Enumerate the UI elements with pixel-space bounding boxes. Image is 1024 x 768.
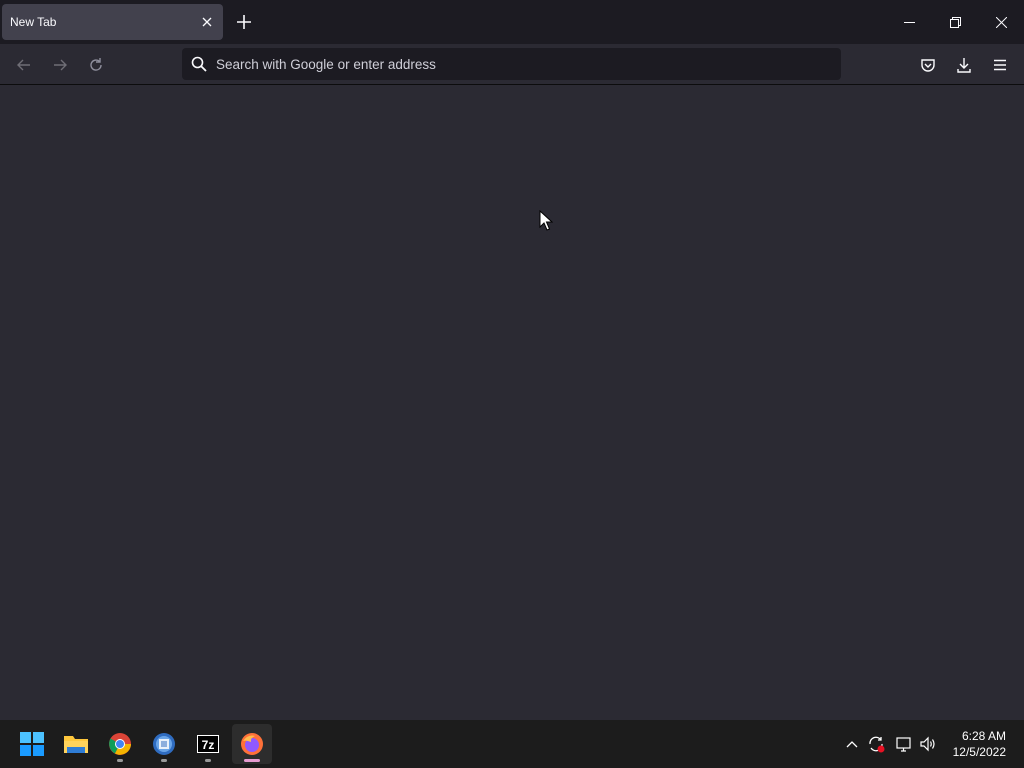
tab-title: New Tab <box>10 15 57 29</box>
forward-button[interactable] <box>46 52 74 78</box>
running-indicator <box>205 759 211 762</box>
show-hidden-icons-chevron-icon[interactable] <box>840 732 864 756</box>
address-input[interactable] <box>216 56 816 72</box>
page-content <box>0 85 1024 720</box>
file-explorer-taskbar-icon[interactable] <box>56 724 96 764</box>
7zip-taskbar-icon[interactable]: 7z <box>188 724 228 764</box>
pocket-button[interactable] <box>914 52 942 78</box>
app-taskbar-icon[interactable] <box>144 724 184 764</box>
running-indicator <box>117 759 123 762</box>
close-window-button[interactable] <box>978 0 1024 44</box>
downloads-button[interactable] <box>950 52 978 78</box>
back-button[interactable] <box>10 52 38 78</box>
reload-button[interactable] <box>82 52 110 78</box>
tab-new-tab[interactable]: New Tab <box>2 4 223 40</box>
firefox-taskbar-icon[interactable] <box>232 724 272 764</box>
navigation-toolbar <box>0 44 1024 85</box>
start-button[interactable] <box>12 724 52 764</box>
address-bar[interactable] <box>182 48 841 80</box>
system-clock[interactable]: 6:28 AM 12/5/2022 <box>953 728 1006 760</box>
clock-date: 12/5/2022 <box>952 745 1006 759</box>
chrome-taskbar-icon[interactable] <box>100 724 140 764</box>
close-tab-icon[interactable] <box>199 14 215 30</box>
new-tab-button[interactable] <box>232 10 256 34</box>
search-icon <box>190 55 208 73</box>
restore-button[interactable] <box>932 0 978 44</box>
title-bar: New Tab <box>0 0 1024 44</box>
running-indicator <box>161 759 167 762</box>
taskbar: 7z 6:28 AM 12/5/2022 <box>0 720 1024 768</box>
svg-text:7z: 7z <box>202 738 215 752</box>
volume-icon[interactable] <box>916 732 940 756</box>
sync-icon[interactable] <box>864 732 888 756</box>
minimize-button[interactable] <box>886 0 932 44</box>
clock-time: 6:28 AM <box>961 729 1006 743</box>
active-indicator <box>244 759 260 762</box>
menu-button[interactable] <box>986 52 1014 78</box>
mouse-cursor-icon <box>539 209 554 237</box>
network-icon[interactable] <box>892 732 916 756</box>
